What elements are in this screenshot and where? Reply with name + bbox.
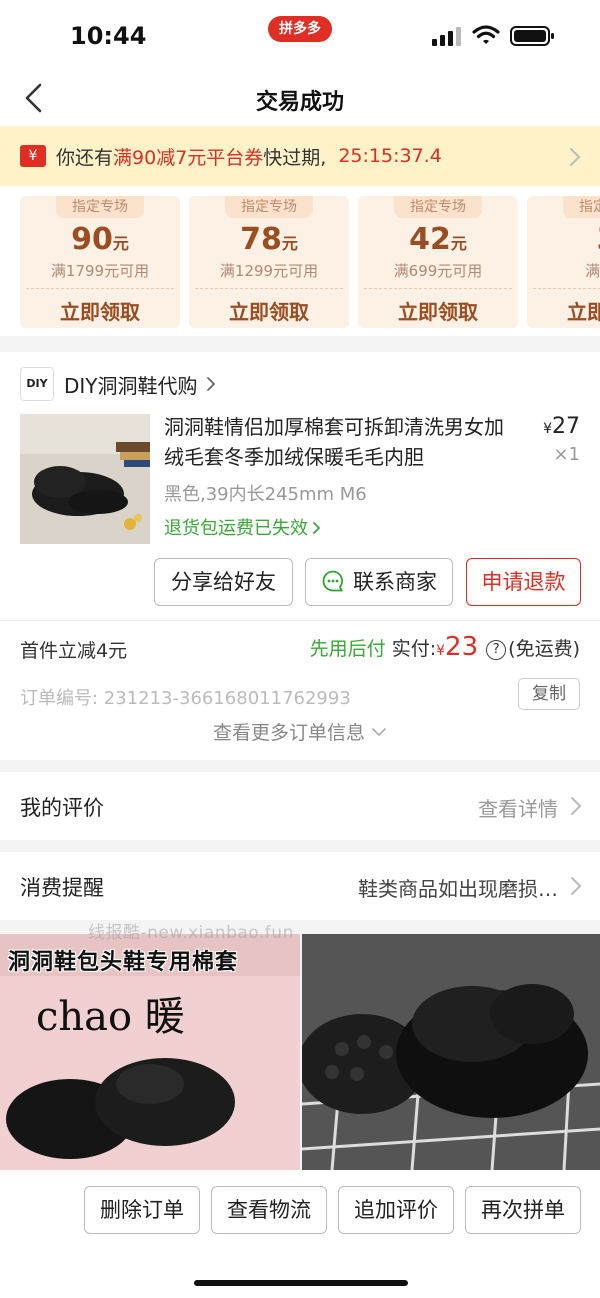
add-review-button[interactable]: 追加评价	[338, 1186, 454, 1234]
claim-button[interactable]: 立即领取	[189, 296, 349, 325]
watermark: 线报酷-new.xianbao.fun	[88, 923, 294, 943]
review-label: 我的评价	[20, 796, 104, 820]
coupon-condition: 满699元可用	[393, 262, 483, 280]
refund-button[interactable]: 申请退款	[466, 558, 581, 606]
coupon-card[interactable]: 指定专场 42元 满699元可用 立即领取	[358, 196, 518, 328]
shop-logo: DIY	[20, 367, 54, 401]
coupon-tag: 指定专场	[225, 196, 313, 218]
coupon-divider	[195, 288, 343, 289]
product-title[interactable]: 洞洞鞋情侣加厚棉套可拆卸清洗男女加绒毛套冬季加绒保暖毛毛内胆	[164, 412, 520, 472]
copy-button[interactable]: 复制	[518, 678, 580, 710]
product-spec: 黑色,39内长245mm M6	[164, 484, 367, 505]
banner-brand: chao 暖	[36, 994, 185, 1040]
battery-icon	[510, 26, 554, 46]
clog-photo	[298, 934, 600, 1170]
chevron-right-icon	[570, 148, 581, 166]
coupon-amount: 90元	[71, 222, 129, 257]
claim-button[interactable]: 立即领取	[527, 296, 600, 325]
claim-button[interactable]: 立即领取	[358, 296, 518, 325]
order-card: DIY DIY洞洞鞋代购 洞洞鞋情侣加厚棉套可拆卸清洗男女加绒毛套冬季加绒保暖毛…	[0, 352, 600, 760]
bottom-action-bar: 删除订单 查看物流 追加评价 再次拼单	[0, 1170, 600, 1298]
coupon-divider	[533, 288, 600, 289]
coupon-list: 指定专场 90元 满1799元可用 立即领取 指定专场 78元 满1299元可用…	[0, 186, 600, 336]
delete-order-button[interactable]: 删除订单	[84, 1186, 200, 1234]
chevron-right-icon	[571, 877, 582, 895]
product-price: ¥27	[543, 414, 580, 439]
review-value: 查看详情	[478, 797, 558, 821]
banner-caption: 洞洞鞋包头鞋专用棉套	[8, 950, 239, 975]
notice-countdown: 25:15:37.4	[338, 145, 442, 167]
chevron-right-icon	[206, 377, 215, 391]
home-indicator[interactable]	[194, 1280, 408, 1286]
reminder-label: 消费提醒	[20, 876, 104, 900]
product-quantity: ×1	[553, 444, 580, 465]
claim-button[interactable]: 立即领取	[20, 296, 180, 325]
nav-bar: 交易成功	[0, 70, 600, 126]
coupon-tag: 指定专场	[394, 196, 482, 218]
banner-right-image	[298, 934, 600, 1170]
coupon-icon: ¥	[20, 145, 46, 167]
reminder-value: 鞋类商品如出现磨损…	[358, 877, 558, 901]
coupon-divider	[364, 288, 512, 289]
coupon-card[interactable]: 指定专场 90元 满1799元可用 立即领取	[20, 196, 180, 328]
notice-text: 你还有满90减7元平台券快过期,	[56, 146, 327, 169]
paid-summary: 先用后付 实付:¥23 ? (免运费)	[309, 632, 580, 662]
coupon-tag: 指定专场	[563, 196, 600, 218]
product-image[interactable]	[20, 414, 150, 544]
discount-label: 首件立减4元	[20, 640, 128, 662]
coupon-condition: 满375	[585, 262, 600, 280]
order-number: 订单编号: 231213-366168011762993	[20, 688, 351, 709]
my-review-row[interactable]: 我的评价 查看详情	[0, 772, 600, 840]
reorder-button[interactable]: 再次拼单	[465, 1186, 581, 1234]
chevron-right-icon	[313, 522, 321, 534]
consumer-reminder-row[interactable]: 消费提醒 鞋类商品如出现磨损…	[0, 852, 600, 920]
coupon-amount: 42元	[409, 222, 467, 257]
status-time: 10:44	[70, 22, 147, 50]
signal-icon	[432, 27, 461, 46]
shoe-liner-illustration	[20, 414, 150, 544]
wifi-icon	[472, 25, 500, 44]
coupon-card[interactable]: 指定专场 3 满375 立即领取	[527, 196, 600, 328]
help-icon[interactable]: ?	[486, 640, 507, 660]
chevron-down-icon	[372, 728, 386, 737]
coupon-amount: 3	[527, 222, 600, 257]
share-button[interactable]: 分享给好友	[154, 558, 293, 606]
shop-name: DIY洞洞鞋代购	[64, 373, 198, 398]
app-badge: 拼多多	[268, 16, 332, 42]
chevron-right-icon	[571, 797, 582, 815]
return-shipping-link[interactable]: 退货包运费已失效	[164, 514, 322, 540]
status-bar: 10:44 拼多多	[0, 0, 600, 70]
banner-left-image: 洞洞鞋包头鞋专用棉套 chao 暖	[0, 934, 300, 1170]
coupon-condition: 满1799元可用	[50, 262, 150, 280]
contact-seller-button[interactable]: 联系商家	[305, 558, 453, 606]
coupon-tag: 指定专场	[56, 196, 144, 218]
coupon-card[interactable]: 指定专场 78元 满1299元可用 立即领取	[189, 196, 349, 328]
chat-icon	[322, 570, 344, 592]
coupon-divider	[26, 288, 174, 289]
divider	[0, 620, 600, 621]
coupon-expiry-banner[interactable]: ¥ 你还有满90减7元平台券快过期, 25:15:37.4	[0, 126, 600, 186]
view-logistics-button[interactable]: 查看物流	[211, 1186, 327, 1234]
more-order-info[interactable]: 查看更多订单信息	[0, 718, 600, 745]
coupon-amount: 78元	[240, 222, 298, 257]
shop-link[interactable]: DIY DIY洞洞鞋代购	[20, 366, 216, 402]
page-title: 交易成功	[255, 90, 344, 115]
product-banner[interactable]: 洞洞鞋包头鞋专用棉套 chao 暖	[0, 934, 600, 1170]
coupon-condition: 满1299元可用	[219, 262, 319, 280]
